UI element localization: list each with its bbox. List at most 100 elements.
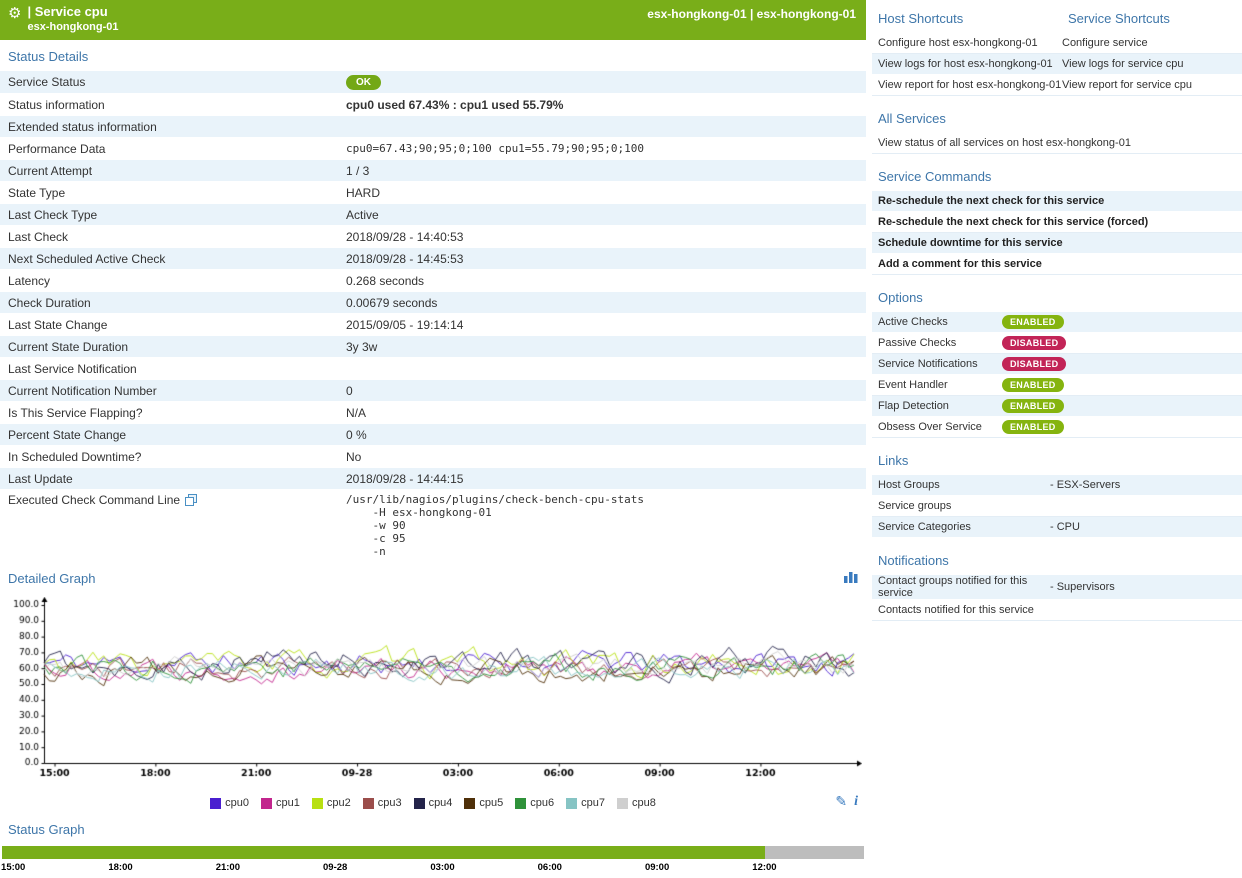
link-row-value[interactable]: - CPU [1050, 521, 1236, 533]
copy-command-icon[interactable] [185, 494, 197, 509]
link-row-value[interactable]: - ESX-Servers [1050, 479, 1236, 491]
link-row-label: Service Categories [878, 521, 1050, 533]
detailed-graph-section: Detailed Graph cpu0cpu1cpu2cpu3cpu4cpu5c… [0, 562, 866, 813]
status-row: Status informationcpu0 used 67.43% : cpu… [0, 94, 866, 116]
links-list: Host Groups- ESX-ServersService groupsSe… [872, 475, 1242, 538]
service-shortcut-link[interactable]: View report for service cpu [1062, 76, 1236, 94]
option-state-badge[interactable]: ENABLED [1002, 420, 1064, 434]
status-row: Latency0.268 seconds [0, 270, 866, 292]
gear-icon[interactable]: ⚙ [8, 6, 21, 21]
status-row: Check Duration0.00679 seconds [0, 292, 866, 314]
breadcrumb[interactable]: esx-hongkong-01 | esx-hongkong-01 [647, 7, 856, 21]
info-icon[interactable]: i [854, 794, 858, 810]
option-state-badge[interactable]: ENABLED [1002, 378, 1064, 392]
status-row-value: OK [338, 71, 866, 93]
service-command-link[interactable]: Schedule downtime for this service [878, 237, 1063, 249]
legend-swatch [515, 798, 526, 809]
status-row-label: Performance Data [0, 139, 338, 159]
status-row-value: 0.268 seconds [338, 271, 866, 291]
status-row-label: In Scheduled Downtime? [0, 447, 338, 467]
option-row: Flap DetectionENABLED [872, 396, 1242, 417]
bar-chart-icon[interactable] [844, 570, 858, 586]
option-state-badge[interactable]: DISABLED [1002, 336, 1066, 350]
option-label: Passive Checks [878, 337, 1002, 349]
service-shortcut-link[interactable]: View logs for service cpu [1062, 55, 1236, 73]
option-row: Service NotificationsDISABLED [872, 354, 1242, 375]
host-shortcuts-heading: Host Shortcuts [878, 11, 1068, 26]
status-row: Extended status information [0, 116, 866, 138]
shortcut-row: View logs for host esx-hongkong-01View l… [872, 54, 1242, 75]
service-shortcut-link[interactable]: Configure service [1062, 34, 1236, 52]
status-axis-label: 09:00 [645, 862, 669, 873]
status-row: Last Check TypeActive [0, 204, 866, 226]
option-row: Event HandlerENABLED [872, 375, 1242, 396]
service-commands-heading: Service Commands [872, 160, 1242, 191]
service-command-link[interactable]: Re-schedule the next check for this serv… [878, 216, 1148, 228]
legend-swatch [464, 798, 475, 809]
status-row-value: /usr/lib/nagios/plugins/check-bench-cpu-… [338, 490, 866, 561]
page-title: | Service cpu [27, 5, 118, 19]
status-row: Executed Check Command Line/usr/lib/nagi… [0, 490, 866, 562]
service-command-link[interactable]: Re-schedule the next check for this serv… [878, 195, 1104, 207]
status-row-value: HARD [338, 183, 866, 203]
host-shortcut-link[interactable]: View logs for host esx-hongkong-01 [878, 55, 1062, 73]
status-row-label: Service Status [0, 72, 338, 92]
side-panel: Host Shortcuts Service Shortcuts Configu… [872, 0, 1242, 878]
notification-row-label: Contacts notified for this service [878, 604, 1050, 616]
status-row: Current Notification Number0 [0, 380, 866, 402]
service-commands-list: Re-schedule the next check for this serv… [872, 191, 1242, 275]
all-services-section: All Services View status of all services… [872, 102, 1242, 154]
status-row-value: 0.00679 seconds [338, 293, 866, 313]
legend-item: cpu8 [617, 797, 656, 809]
legend-label: cpu5 [479, 797, 503, 809]
edit-graph-icon[interactable]: ✎ [835, 793, 847, 810]
status-row-label: Current Notification Number [0, 381, 338, 401]
status-timeline-axis: 15:0018:0021:0009-2803:0006:0009:0012:00 [2, 862, 864, 878]
link-row-label: Host Groups [878, 479, 1050, 491]
legend-item: cpu5 [464, 797, 503, 809]
status-row-value: 0 % [338, 425, 866, 445]
status-timeline-bar [2, 846, 864, 859]
legend-label: cpu2 [327, 797, 351, 809]
option-state-badge[interactable]: ENABLED [1002, 315, 1064, 329]
status-row: Last Service Notification [0, 358, 866, 380]
service-command-row: Add a comment for this service [872, 254, 1242, 275]
legend-label: cpu3 [378, 797, 402, 809]
options-list: Active ChecksENABLEDPassive ChecksDISABL… [872, 312, 1242, 438]
status-row-label: Check Duration [0, 293, 338, 313]
option-row: Passive ChecksDISABLED [872, 333, 1242, 354]
all-services-link[interactable]: View status of all services on host esx-… [878, 137, 1131, 149]
status-timeline-empty-segment [765, 846, 864, 859]
service-command-row: Re-schedule the next check for this serv… [872, 191, 1242, 212]
status-row: Service StatusOK [0, 71, 866, 94]
host-shortcut-link[interactable]: View report for host esx-hongkong-01 [878, 76, 1062, 94]
host-shortcut-link[interactable]: Configure host esx-hongkong-01 [878, 34, 1062, 52]
legend-item: cpu3 [363, 797, 402, 809]
status-row-value: 2018/09/28 - 14:45:53 [338, 249, 866, 269]
legend-swatch [210, 798, 221, 809]
legend-label: cpu4 [429, 797, 453, 809]
status-row: Next Scheduled Active Check2018/09/28 - … [0, 248, 866, 270]
status-row: Is This Service Flapping?N/A [0, 402, 866, 424]
status-row: Last Update2018/09/28 - 14:44:15 [0, 468, 866, 490]
status-row-value: 2018/09/28 - 14:44:15 [338, 469, 866, 489]
status-row-label: Latency [0, 271, 338, 291]
legend-swatch [617, 798, 628, 809]
notification-row-value[interactable]: - Supervisors [1050, 581, 1236, 593]
legend-label: cpu1 [276, 797, 300, 809]
page: ⚙ | Service cpu esx-hongkong-01 esx-hong… [0, 0, 1242, 878]
chart-legend: cpu0cpu1cpu2cpu3cpu4cpu5cpu6cpu7cpu8 [0, 793, 866, 813]
status-graph-heading: Status Graph [0, 813, 866, 844]
option-state-badge[interactable]: DISABLED [1002, 357, 1066, 371]
status-details-table: Service StatusOKStatus informationcpu0 u… [0, 71, 866, 562]
status-row: Current Attempt1 / 3 [0, 160, 866, 182]
service-command-link[interactable]: Add a comment for this service [878, 258, 1042, 270]
status-details-section: Status Details Service StatusOKStatus in… [0, 40, 866, 562]
status-axis-label: 06:00 [538, 862, 562, 873]
status-timeline-ok-segment [2, 846, 765, 859]
notification-row: Contacts notified for this service [872, 600, 1242, 621]
option-state-badge[interactable]: ENABLED [1002, 399, 1064, 413]
status-row-label: Last Check Type [0, 205, 338, 225]
status-row-value: No [338, 447, 866, 467]
shortcut-row: Configure host esx-hongkong-01Configure … [872, 33, 1242, 54]
